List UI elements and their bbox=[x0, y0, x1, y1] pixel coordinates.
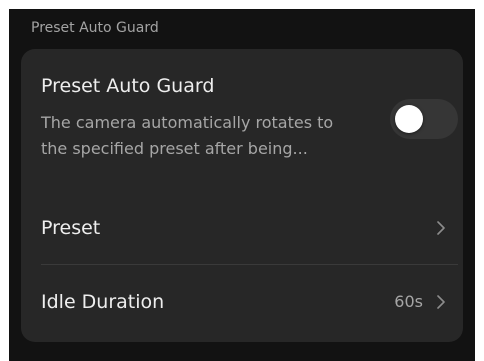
auto-guard-description-line-1: The camera automatically rotates to bbox=[41, 113, 334, 132]
settings-card: Preset Auto Guard The camera automatical… bbox=[21, 49, 463, 342]
chevron-right-icon bbox=[437, 221, 445, 235]
auto-guard-description-line-2: the specified preset after being... bbox=[41, 139, 308, 158]
auto-guard-description: The camera automatically rotates to the … bbox=[41, 110, 371, 162]
idle-duration-value: 60s bbox=[394, 292, 423, 311]
idle-duration-label: Idle Duration bbox=[41, 291, 165, 313]
preset-row[interactable]: Preset bbox=[21, 194, 463, 264]
settings-screen: Preset Auto Guard Preset Auto Guard The … bbox=[9, 9, 475, 361]
preset-label: Preset bbox=[41, 217, 101, 239]
toggle-knob bbox=[395, 105, 423, 133]
section-header: Preset Auto Guard bbox=[31, 20, 159, 36]
chevron-right-icon bbox=[437, 295, 445, 309]
row-divider bbox=[41, 264, 458, 265]
auto-guard-title: Preset Auto Guard bbox=[41, 75, 215, 97]
auto-guard-toggle[interactable] bbox=[390, 99, 458, 139]
idle-duration-row[interactable]: Idle Duration 60s bbox=[21, 268, 463, 338]
